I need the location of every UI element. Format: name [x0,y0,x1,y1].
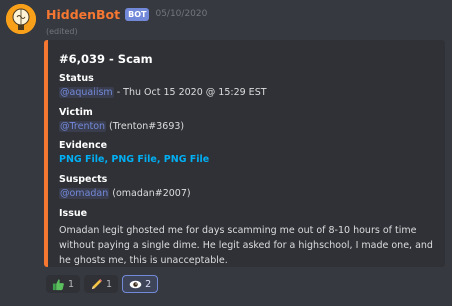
edited-label: (edited) [46,27,78,36]
victim-mention[interactable]: @Trenton [59,121,107,132]
evidence-link[interactable]: PNG File [111,154,156,165]
status-mention[interactable]: @aquaiism [59,87,114,98]
embed-title: #6,039 - Scam [59,52,153,66]
evidence-separator: , [156,154,164,165]
bot-avatar[interactable] [6,4,36,34]
status-text: - Thu Oct 15 2020 @ 15:29 EST [113,87,267,98]
evidence-link[interactable]: PNG File [59,154,104,165]
eye-icon [129,280,142,288]
reaction-thumbs-up[interactable]: 1 [46,275,81,293]
suspects-value: @omadan (omadan#2007) [59,188,191,199]
evidence-label: Evidence [59,140,108,151]
embed: #6,039 - Scam Status @aquaiism - Thu Oct… [44,40,445,267]
reaction-count: 1 [106,278,113,290]
victim-label: Victim [59,107,93,118]
suspects-label: Suspects [59,174,108,185]
reaction-eye[interactable]: 2 [122,275,159,293]
reaction-count: 2 [145,278,152,290]
evidence-value: PNG File, PNG File, PNG File [59,154,209,165]
timestamp: 05/10/2020 [155,9,208,19]
victim-tag: (Trenton#3693) [106,121,185,132]
suspects-tag: (omadan#2007) [109,188,191,199]
reaction-count: 1 [68,278,75,290]
thumbs-up-icon [52,278,64,290]
bot-tag: BOT [125,7,150,21]
status-label: Status [59,73,94,84]
status-value: @aquaiism - Thu Oct 15 2020 @ 15:29 EST [59,87,267,98]
evidence-link[interactable]: PNG File [164,154,209,165]
pencil-icon [91,278,103,289]
username[interactable]: HiddenBot [46,7,120,22]
reaction-pencil[interactable]: 1 [84,275,119,293]
brain-icon [6,4,36,34]
issue-label: Issue [59,208,88,219]
victim-value: @Trenton (Trenton#3693) [59,121,184,132]
issue-text: Omadan legit ghosted me for days scammin… [59,225,433,266]
suspects-mention[interactable]: @omadan [59,188,110,199]
message-header: HiddenBot BOT 05/10/2020 [46,4,207,24]
reactions-bar: 1 1 2 [46,275,159,293]
